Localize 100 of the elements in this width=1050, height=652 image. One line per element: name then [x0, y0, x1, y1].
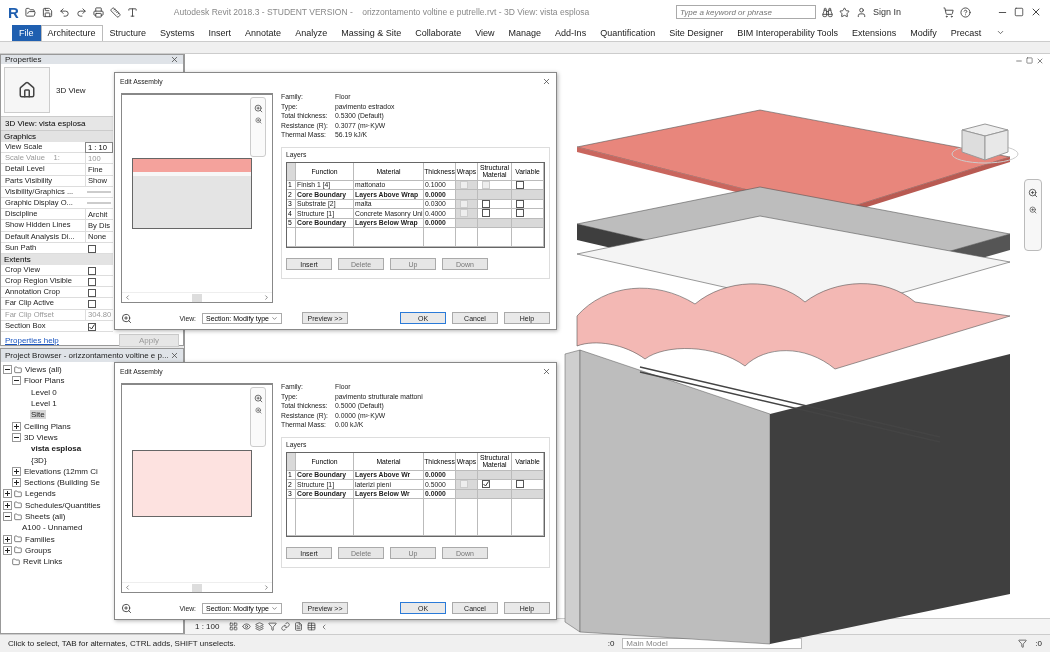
ribbon-tab[interactable]: Annotate — [238, 24, 289, 41]
tree-toggle-icon[interactable] — [3, 545, 12, 555]
view-control-icon[interactable] — [229, 622, 239, 631]
ribbon-tab[interactable]: Architecture — [40, 24, 103, 41]
close-icon[interactable] — [170, 55, 179, 64]
table-cell[interactable] — [354, 499, 424, 536]
browser-item[interactable]: Groups — [24, 545, 53, 555]
browser-item[interactable]: Revit Links — [22, 557, 64, 567]
close-icon[interactable] — [170, 351, 179, 360]
table-cell[interactable] — [512, 499, 544, 536]
checkbox[interactable] — [88, 278, 96, 287]
instance-selector[interactable]: 3D View: vista esplosa — [1, 116, 113, 131]
checkbox[interactable] — [88, 322, 96, 331]
sign-in-link[interactable]: Sign In — [872, 7, 901, 17]
browser-item[interactable]: Legends — [24, 489, 57, 499]
close-icon[interactable] — [542, 366, 551, 376]
table-cell[interactable] — [287, 499, 296, 536]
table-cell[interactable] — [287, 228, 296, 247]
user-icon[interactable] — [855, 6, 867, 18]
section-header[interactable]: Extents — [1, 253, 113, 265]
scroll-left-icon[interactable] — [124, 584, 131, 591]
browser-item[interactable]: vista esplosa — [30, 444, 83, 454]
browser-item[interactable]: Level 1 — [30, 399, 58, 409]
browser-item[interactable]: Level 0 — [30, 387, 58, 397]
scroll-right-icon[interactable] — [263, 294, 270, 301]
tree-toggle-icon[interactable] — [3, 489, 12, 499]
toolbar-icon[interactable] — [24, 6, 36, 18]
ribbon-tab[interactable]: Quantification — [593, 24, 663, 41]
checkbox[interactable] — [516, 480, 524, 489]
zoom-icon[interactable] — [121, 312, 132, 324]
table-cell[interactable] — [478, 228, 512, 247]
checkbox[interactable] — [482, 480, 490, 489]
section-header[interactable]: Graphics — [1, 131, 113, 142]
ribbon-tab[interactable]: BIM Interoperability Tools — [730, 24, 846, 41]
properties-help-link[interactable]: Properties help — [5, 336, 59, 345]
view-control-icon[interactable] — [242, 622, 252, 631]
zoom-region-icon[interactable] — [1029, 206, 1037, 214]
tree-toggle-icon[interactable] — [12, 421, 21, 431]
ribbon-tab[interactable]: Precast — [943, 24, 989, 41]
checkbox[interactable] — [88, 244, 96, 253]
browser-item[interactable]: Floor Plans — [23, 376, 66, 386]
tree-toggle-icon[interactable] — [12, 478, 21, 488]
close-icon[interactable] — [1030, 6, 1042, 18]
table-cell[interactable] — [424, 499, 456, 536]
tree-toggle-icon[interactable] — [3, 534, 12, 544]
browser-item[interactable]: A100 - Unnamed — [21, 523, 84, 533]
tree-toggle-icon[interactable] — [3, 500, 12, 510]
scroll-thumb[interactable] — [192, 583, 202, 592]
zoom-icon[interactable] — [121, 602, 132, 614]
browser-item[interactable]: Site — [30, 410, 46, 420]
search-field[interactable]: Type a keyword or phrase — [675, 5, 816, 19]
view-control-icon[interactable] — [268, 622, 278, 631]
scroll-right-icon[interactable] — [263, 584, 270, 591]
table-cell[interactable] — [424, 228, 456, 247]
table-cell[interactable] — [456, 499, 478, 536]
toolbar-icon[interactable] — [58, 6, 70, 18]
browser-item[interactable]: Ceiling Plans — [23, 421, 72, 431]
view-control-icon[interactable] — [294, 622, 304, 631]
tree-toggle-icon[interactable] — [3, 512, 12, 521]
toolbar-icon[interactable] — [92, 6, 104, 18]
view-control-icon[interactable] — [255, 622, 265, 631]
filter-icon[interactable] — [1018, 639, 1028, 648]
scroll-thumb[interactable] — [192, 293, 202, 302]
browser-item[interactable]: Sheets (all) — [24, 512, 67, 521]
ribbon-tab[interactable]: Insert — [201, 24, 239, 41]
cart-icon[interactable] — [943, 6, 954, 18]
checkbox[interactable] — [516, 199, 524, 208]
workset-field[interactable]: Main Model — [622, 638, 803, 649]
ribbon-tab[interactable]: Systems — [153, 24, 202, 41]
table-cell[interactable] — [296, 228, 354, 247]
zoom-region-icon[interactable] — [254, 117, 262, 124]
ribbon-tab[interactable]: Site Designer — [662, 24, 731, 41]
toolbar-icon[interactable] — [126, 6, 138, 18]
zoom-region-icon[interactable] — [254, 407, 262, 414]
checkbox[interactable] — [88, 266, 96, 275]
app-logo[interactable]: R — [8, 3, 19, 21]
checkbox[interactable] — [88, 300, 96, 309]
tree-toggle-icon[interactable] — [12, 466, 21, 476]
browser-item[interactable]: Sections (Building Se — [23, 478, 102, 488]
browser-item[interactable]: Elevations (12mm Ci — [23, 466, 99, 476]
ribbon-tab[interactable]: Extensions — [845, 24, 904, 41]
table-cell[interactable] — [354, 228, 424, 247]
checkbox[interactable] — [88, 289, 96, 298]
browser-item[interactable]: Families — [24, 534, 56, 544]
zoom-icon[interactable] — [253, 394, 263, 403]
checkbox[interactable] — [516, 209, 524, 218]
table-cell[interactable] — [296, 499, 354, 536]
checkbox[interactable] — [516, 180, 524, 189]
checkbox[interactable] — [482, 199, 490, 208]
view-control-icon[interactable] — [281, 622, 291, 631]
tree-toggle-icon[interactable] — [12, 376, 21, 386]
star-icon[interactable] — [838, 6, 850, 18]
browser-item[interactable]: Schedules/Quantities — [24, 500, 102, 510]
browser-item[interactable]: {3D} — [30, 455, 48, 465]
tree-toggle-icon[interactable] — [12, 432, 21, 442]
ribbon-tab[interactable]: Collaborate — [408, 24, 469, 41]
scroll-left-icon[interactable] — [124, 294, 131, 301]
ribbon-tab[interactable]: View — [468, 24, 502, 41]
toolbar-icon[interactable] — [41, 6, 53, 18]
table-cell[interactable] — [456, 228, 478, 247]
